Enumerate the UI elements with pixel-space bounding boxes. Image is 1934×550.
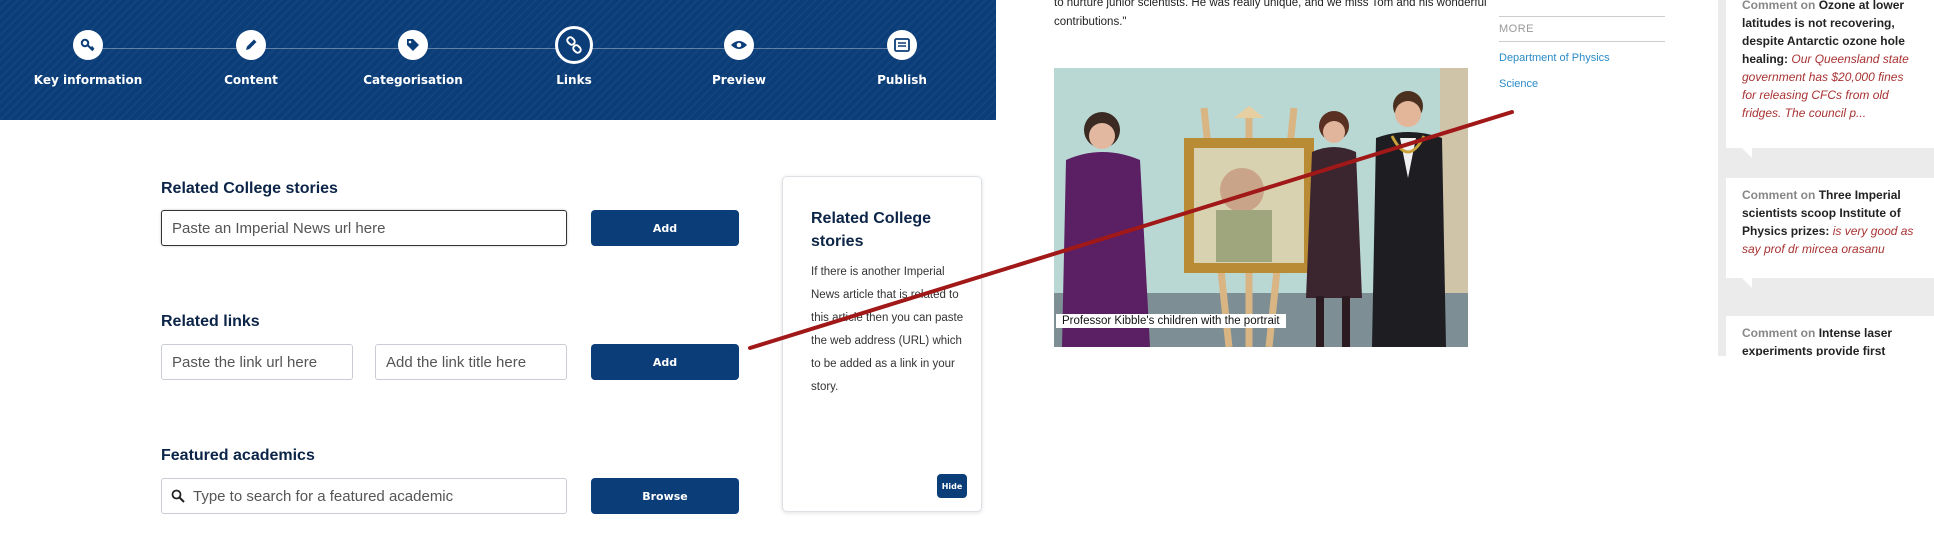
- featured-academic-search-input[interactable]: Type to search for a featured academic: [161, 478, 567, 514]
- photo-caption: Professor Kibble's children with the por…: [1056, 314, 1286, 328]
- add-related-story-button[interactable]: Add: [591, 210, 739, 246]
- step-preview[interactable]: Preview: [659, 30, 819, 87]
- link-url-input[interactable]: Paste the link url here: [161, 344, 353, 380]
- related-story-url-placeholder: Paste an Imperial News url here: [172, 219, 386, 237]
- article-quote: to nurture junior scientists. He was rea…: [1054, 0, 1487, 28]
- step-categorisation[interactable]: Categorisation: [333, 30, 493, 87]
- link-icon: [555, 26, 593, 64]
- more-label: MORE: [1499, 16, 1665, 42]
- link-title-input[interactable]: Add the link title here: [375, 344, 567, 380]
- comment-bubble-tail: [1742, 278, 1752, 288]
- eye-icon: [724, 30, 754, 60]
- more-link-science[interactable]: Science: [1499, 78, 1538, 90]
- step-label: Key information: [33, 73, 143, 87]
- related-story-url-input[interactable]: Paste an Imperial News url here: [161, 210, 567, 246]
- step-label: Categorisation: [363, 73, 463, 87]
- hide-help-button[interactable]: Hide: [937, 474, 967, 498]
- step-label: Publish: [877, 73, 927, 87]
- step-label: Links: [556, 73, 592, 87]
- comment-on-label: Comment on: [1742, 188, 1816, 202]
- comment-on-label: Comment on: [1742, 0, 1816, 12]
- publish-icon: [887, 30, 917, 60]
- add-related-link-button[interactable]: Add: [591, 344, 739, 380]
- related-stories-heading: Related College stories: [161, 180, 338, 197]
- comment-card[interactable]: Comment on Intense laser experiments pro…: [1726, 316, 1934, 356]
- related-links-heading: Related links: [161, 313, 260, 330]
- step-links[interactable]: Links: [494, 26, 654, 87]
- link-title-placeholder: Add the link title here: [386, 353, 527, 371]
- pencil-icon: [236, 30, 266, 60]
- more-link-physics[interactable]: Department of Physics: [1499, 52, 1610, 64]
- comment-on-label: Comment on: [1742, 326, 1816, 340]
- cms-editor-panel: Key information Content Categorisation L…: [0, 0, 996, 550]
- workflow-stepbar: Key information Content Categorisation L…: [0, 0, 996, 120]
- step-content[interactable]: Content: [171, 30, 331, 87]
- browse-academics-button[interactable]: Browse: [591, 478, 739, 514]
- step-label: Content: [224, 73, 278, 87]
- article-photo: Professor Kibble's children with the por…: [1054, 68, 1468, 347]
- article-preview: to nurture junior scientists. He was rea…: [1054, 0, 1494, 360]
- help-card-title: Related College stories: [811, 210, 932, 250]
- comment-card[interactable]: Comment on Three Imperial scientists sco…: [1726, 178, 1934, 288]
- comment-card[interactable]: Comment on Ozone at lower latitudes is n…: [1726, 0, 1934, 158]
- step-label: Preview: [711, 73, 766, 87]
- search-icon: [171, 489, 185, 503]
- link-url-placeholder: Paste the link url here: [172, 353, 318, 371]
- key-icon: [73, 30, 103, 60]
- portrait-photo-illustration: [1054, 68, 1468, 347]
- tag-icon: [398, 30, 428, 60]
- step-publish[interactable]: Publish: [822, 30, 982, 87]
- featured-academics-heading: Featured academics: [161, 447, 315, 464]
- help-card: Related College stories If there is anot…: [782, 176, 982, 512]
- step-key-information[interactable]: Key information: [8, 30, 168, 87]
- featured-academic-placeholder: Type to search for a featured academic: [193, 487, 454, 505]
- comments-sidebar: Comment on Ozone at lower latitudes is n…: [1718, 0, 1934, 356]
- comment-bubble-tail: [1742, 148, 1752, 158]
- help-card-text: If there is another Imperial News articl…: [811, 266, 964, 393]
